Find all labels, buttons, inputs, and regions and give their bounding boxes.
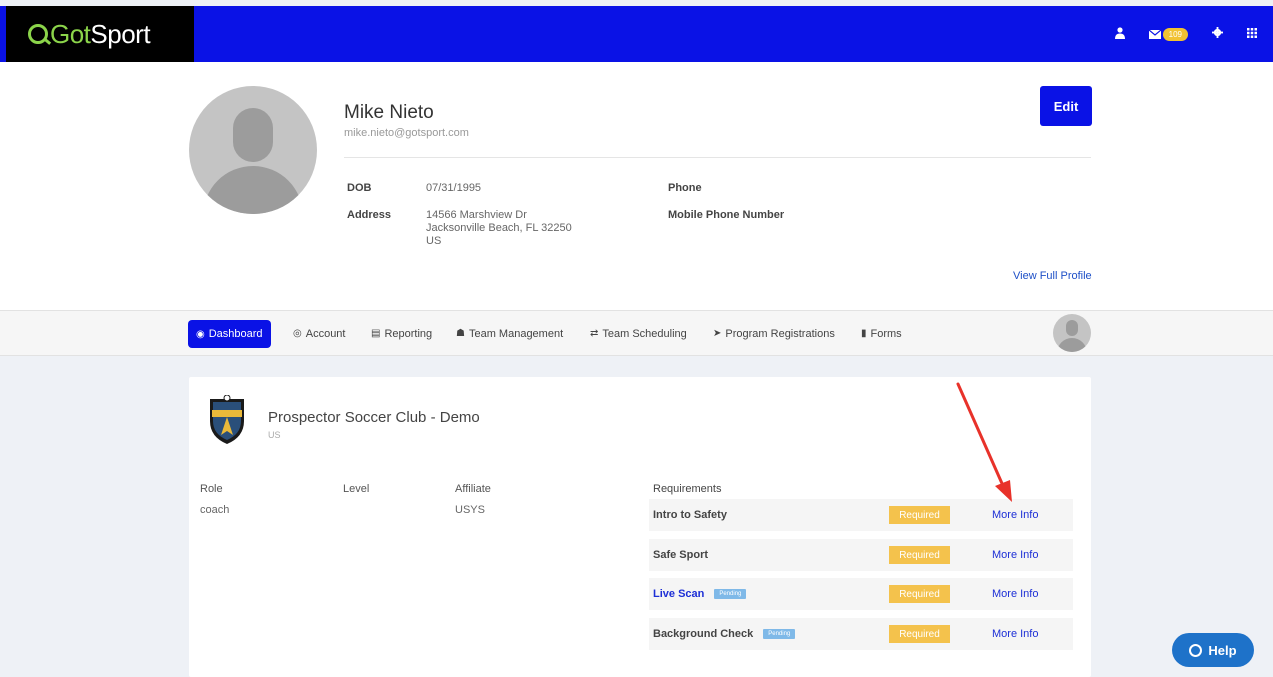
address-value: 14566 Marshview Dr Jacksonville Beach, F… [426,209,572,247]
view-full-profile-link[interactable]: View Full Profile [1013,270,1092,282]
users-icon: ☗ [456,328,465,339]
phone-label: Phone [668,182,702,194]
tab-program-registrations[interactable]: ➤ Program Registrations [713,322,835,345]
required-badge: Required [889,506,950,524]
profile-avatar [189,86,317,214]
more-info-link[interactable]: More Info [992,509,1038,521]
dob-value: 07/31/1995 [426,182,482,194]
club-name: Prospector Soccer Club - Demo [268,409,480,426]
more-info-link[interactable]: More Info [992,588,1038,600]
requirement-name: Intro to Safety [653,509,727,521]
dob-label: DOB [347,182,372,194]
requirement-name: Background Check Pending [653,628,796,640]
dashboard-icon: ◉ [196,328,205,340]
requirement-row: Safe Sport Required More Info [649,539,1073,571]
mail-count-badge: 109 [1162,27,1188,41]
role-value: coach [200,504,230,516]
tab-forms[interactable]: ▮ Forms [861,322,902,345]
user-icon[interactable] [1114,26,1125,42]
gotsport-logo[interactable]: GotSport [6,6,194,62]
exchange-icon: ⇄ [590,328,599,339]
address-label: Address [347,209,392,221]
more-info-link[interactable]: More Info [992,628,1038,640]
mobile-phone-label: Mobile Phone Number [668,209,785,221]
gear-icon[interactable] [1212,27,1223,41]
requirement-name: Safe Sport [653,549,709,561]
tab-team-scheduling[interactable]: ⇄ Team Scheduling [590,322,687,345]
profile-email: mike.nieto@gotsport.com [344,127,469,139]
send-icon: ➤ [713,328,722,339]
envelope-icon [1148,29,1161,39]
role-column-header: Role [200,483,223,495]
tab-reporting[interactable]: ▤ Reporting [371,322,432,345]
document-icon: ▤ [371,328,381,339]
apps-grid-icon[interactable] [1247,27,1257,41]
edit-button[interactable]: Edit [1040,86,1092,126]
required-badge: Required [889,585,950,603]
logo-text: GotSport [50,18,151,49]
profile-name: Mike Nieto [344,102,434,123]
help-button[interactable]: Help [1172,633,1254,667]
nav-user-avatar[interactable] [1053,314,1091,352]
annotation-arrow-icon [956,382,1012,502]
level-column-header: Level [343,483,370,495]
pending-badge: Pending [763,629,796,639]
tab-account[interactable]: ◎ Account [293,322,345,345]
affiliate-value: USYS [455,504,485,516]
logo-mark-icon [28,24,48,44]
profile-divider [344,157,1091,158]
club-country: US [268,430,281,440]
tab-dashboard[interactable]: ◉ Dashboard [188,320,271,348]
affiliate-column-header: Affiliate [455,483,491,495]
top-navbar: GotSport 109 [0,6,1273,62]
requirement-row: Background Check Pending Required More In… [649,618,1073,650]
user-circle-icon: ◎ [293,328,302,339]
requirement-row: Live Scan Pending Required More Info [649,578,1073,610]
pending-badge: Pending [714,589,747,599]
mail-button[interactable]: 109 [1148,27,1188,41]
chat-bubble-icon [1189,643,1203,657]
required-badge: Required [889,546,950,564]
profile-section: Mike Nieto mike.nieto@gotsport.com DOB 0… [0,62,1273,310]
requirements-header: Requirements [653,483,722,495]
main-nav: ◉ Dashboard ◎ Account ▤ Reporting ☗ Team Man… [0,310,1273,356]
required-badge: Required [889,625,950,643]
tab-team-management[interactable]: ☗ Team Management [456,322,563,345]
more-info-link[interactable]: More Info [992,549,1038,561]
club-shield-logo [210,395,244,444]
requirement-name[interactable]: Live Scan Pending [653,588,747,600]
file-icon: ▮ [861,328,867,339]
